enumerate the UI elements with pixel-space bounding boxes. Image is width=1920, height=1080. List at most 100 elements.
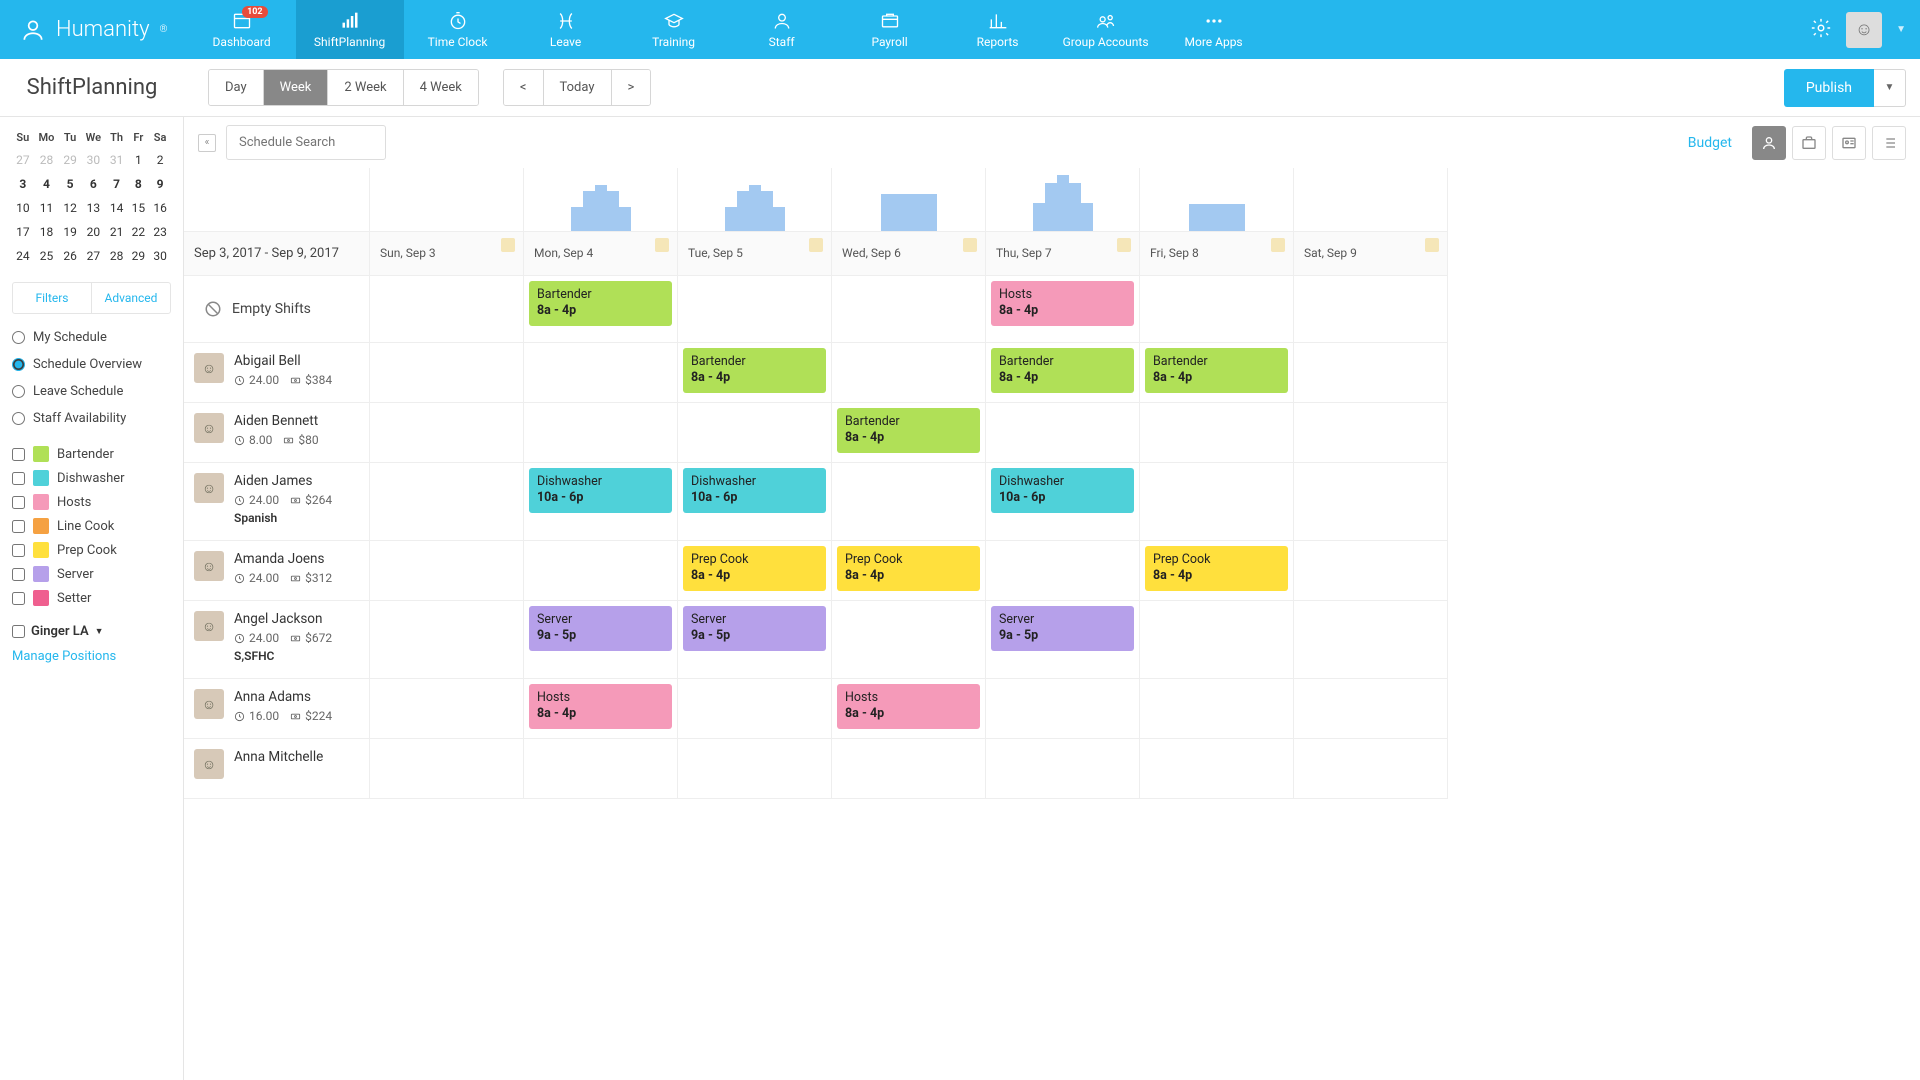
day-cell[interactable]: Bartender8a - 4p [832, 403, 986, 463]
shift-block[interactable]: Server9a - 5p [529, 606, 672, 651]
shift-block[interactable]: Hosts8a - 4p [837, 684, 980, 729]
view-radio[interactable]: Leave Schedule [12, 378, 171, 405]
day-cell[interactable]: Prep Cook8a - 4p [678, 541, 832, 601]
cal-day[interactable]: 2 [149, 148, 171, 172]
view-employee-button[interactable] [1752, 126, 1786, 160]
day-cell[interactable] [1294, 739, 1448, 799]
day-cell[interactable]: Server9a - 5p [524, 601, 678, 679]
shift-block[interactable]: Dishwasher10a - 6p [991, 468, 1134, 513]
shift-block[interactable]: Hosts8a - 4p [991, 281, 1134, 326]
day-cell[interactable] [1140, 403, 1294, 463]
view-radio[interactable]: My Schedule [12, 324, 171, 351]
day-cell[interactable] [1140, 739, 1294, 799]
position-filter[interactable]: Hosts [12, 490, 171, 514]
day-cell[interactable]: Hosts8a - 4p [524, 679, 678, 739]
cal-day[interactable]: 27 [12, 148, 34, 172]
day-cell[interactable] [986, 679, 1140, 739]
day-cell[interactable] [370, 343, 524, 403]
day-header[interactable]: Sat, Sep 9 [1294, 232, 1448, 276]
cal-day[interactable]: 15 [127, 196, 149, 220]
chevron-down-icon[interactable]: ▼ [1896, 24, 1906, 35]
day-cell[interactable]: Hosts8a - 4p [832, 679, 986, 739]
note-icon[interactable] [963, 238, 977, 252]
cal-day[interactable]: 21 [106, 220, 128, 244]
nav-leave[interactable]: Leave [512, 0, 620, 59]
settings-button[interactable] [1810, 17, 1832, 43]
day-cell[interactable] [832, 343, 986, 403]
view-radio[interactable]: Staff Availability [12, 405, 171, 432]
cal-day[interactable]: 30 [149, 244, 171, 268]
day-cell[interactable] [1294, 403, 1448, 463]
cal-day[interactable]: 12 [59, 196, 81, 220]
day-cell[interactable] [1294, 343, 1448, 403]
cal-day[interactable]: 30 [81, 148, 106, 172]
user-avatar[interactable]: ☺ [1846, 12, 1882, 48]
note-icon[interactable] [1117, 238, 1131, 252]
day-cell[interactable] [370, 739, 524, 799]
cal-day[interactable]: 19 [59, 220, 81, 244]
shift-block[interactable]: Bartender8a - 4p [683, 348, 826, 393]
cal-day[interactable]: 16 [149, 196, 171, 220]
shift-block[interactable]: Hosts8a - 4p [529, 684, 672, 729]
shift-block[interactable]: Bartender8a - 4p [529, 281, 672, 326]
range-4-week[interactable]: 4 Week [404, 70, 478, 105]
shift-block[interactable]: Dishwasher10a - 6p [683, 468, 826, 513]
cal-day[interactable]: 1 [127, 148, 149, 172]
cal-day[interactable]: 4 [34, 172, 60, 196]
day-cell[interactable] [678, 276, 832, 343]
cal-day[interactable]: 14 [106, 196, 128, 220]
day-cell[interactable]: Bartender8a - 4p [1140, 343, 1294, 403]
nav-more-apps[interactable]: More Apps [1160, 0, 1268, 59]
shift-block[interactable]: Prep Cook8a - 4p [683, 546, 826, 591]
view-position-button[interactable] [1792, 126, 1826, 160]
day-cell[interactable]: Prep Cook8a - 4p [832, 541, 986, 601]
next-button[interactable]: > [612, 70, 651, 105]
cal-day[interactable]: 28 [106, 244, 128, 268]
mini-calendar[interactable]: SuMoTuWeThFrSa27282930311234567891011121… [12, 127, 171, 268]
day-cell[interactable] [1294, 679, 1448, 739]
shift-block[interactable]: Bartender8a - 4p [991, 348, 1134, 393]
day-header[interactable]: Mon, Sep 4 [524, 232, 678, 276]
publish-dropdown[interactable]: ▼ [1874, 69, 1906, 107]
cal-day[interactable]: 29 [59, 148, 81, 172]
cal-day[interactable]: 28 [34, 148, 60, 172]
cal-day[interactable]: 3 [12, 172, 34, 196]
position-filter[interactable]: Prep Cook [12, 538, 171, 562]
cal-day[interactable]: 7 [106, 172, 128, 196]
shift-block[interactable]: Prep Cook8a - 4p [837, 546, 980, 591]
position-filter[interactable]: Setter [12, 586, 171, 610]
manage-positions-link[interactable]: Manage Positions [12, 649, 171, 664]
day-cell[interactable] [832, 739, 986, 799]
shift-block[interactable]: Prep Cook8a - 4p [1145, 546, 1288, 591]
view-list-button[interactable] [1872, 126, 1906, 160]
cal-day[interactable]: 26 [59, 244, 81, 268]
cal-day[interactable]: 18 [34, 220, 60, 244]
location-filter[interactable]: Ginger LA ▼ [12, 624, 171, 639]
day-cell[interactable] [1140, 463, 1294, 541]
tab-advanced[interactable]: Advanced [92, 283, 170, 313]
staff-cell[interactable]: ☺Angel Jackson24.00 $672S,SFHC [184, 601, 370, 679]
cal-day[interactable]: 10 [12, 196, 34, 220]
shift-block[interactable]: Bartender8a - 4p [837, 408, 980, 453]
day-cell[interactable] [370, 679, 524, 739]
view-visual-button[interactable] [1832, 126, 1866, 160]
staff-cell[interactable]: ☺Anna Mitchelle [184, 739, 370, 799]
day-cell[interactable] [986, 403, 1140, 463]
today-button[interactable]: Today [544, 70, 612, 105]
position-filter[interactable]: Bartender [12, 442, 171, 466]
cal-day[interactable]: 13 [81, 196, 106, 220]
cal-day[interactable]: 31 [106, 148, 128, 172]
day-cell[interactable]: Prep Cook8a - 4p [1140, 541, 1294, 601]
day-cell[interactable]: Hosts8a - 4p [986, 276, 1140, 343]
cal-day[interactable]: 8 [127, 172, 149, 196]
note-icon[interactable] [501, 238, 515, 252]
shift-block[interactable]: Bartender8a - 4p [1145, 348, 1288, 393]
cal-day[interactable]: 6 [81, 172, 106, 196]
cal-day[interactable]: 17 [12, 220, 34, 244]
day-cell[interactable] [986, 541, 1140, 601]
staff-cell[interactable]: ☺Anna Adams16.00 $224 [184, 679, 370, 739]
note-icon[interactable] [809, 238, 823, 252]
day-cell[interactable]: Server9a - 5p [678, 601, 832, 679]
shift-block[interactable]: Server9a - 5p [683, 606, 826, 651]
day-cell[interactable] [1294, 541, 1448, 601]
